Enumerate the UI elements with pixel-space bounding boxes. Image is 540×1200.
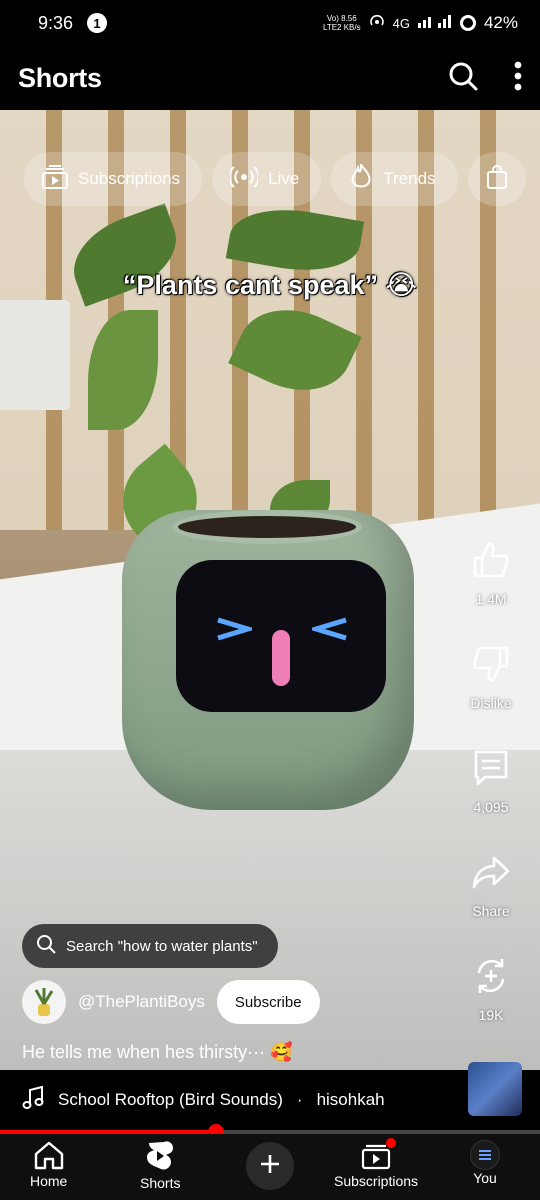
chip-live[interactable]: Live (212, 152, 322, 206)
chip-subscriptions-label: Subscriptions (78, 169, 181, 188)
create-button[interactable] (246, 1142, 294, 1190)
right-eye-icon (312, 617, 347, 641)
like-count: 1.4M (475, 591, 507, 607)
channel-avatar[interactable] (22, 980, 66, 1024)
new-content-dot (386, 1138, 397, 1148)
status-indicators: Vo) 8.56 LTE2 KB/s 4G 42% (323, 13, 518, 34)
subscriptions-icon (360, 1138, 397, 1173)
trends-icon (349, 161, 373, 195)
video-caption: “Plants cant speak” 😭 (122, 270, 418, 300)
header: Shorts (0, 46, 540, 110)
remix-icon (471, 956, 511, 1001)
search-icon[interactable] (448, 61, 478, 96)
robot-mouth (272, 630, 290, 686)
signal-icon (417, 14, 452, 33)
music-bar[interactable]: School Rooftop (Bird Sounds) · hisohkah (0, 1070, 540, 1130)
battery-level: 42% (483, 13, 518, 32)
profile-logo-icon (479, 1150, 491, 1160)
video-description[interactable]: He tells me when hes thirsty··· 🥰 (22, 1042, 292, 1063)
nav-subscriptions-label: Subscriptions (334, 1173, 419, 1189)
network-line2: LTE2 KB/s (322, 23, 361, 32)
category-chips: Subscriptions Live Trends (24, 152, 526, 206)
comment-icon (471, 748, 511, 793)
plant-avatar-icon (34, 988, 54, 1016)
more-options-icon[interactable] (514, 61, 522, 96)
plus-icon (259, 1153, 281, 1180)
hotspot-icon (369, 13, 385, 34)
robot-face-screen (176, 560, 386, 712)
chip-live-label: Live (268, 169, 300, 188)
chip-shopping[interactable] (467, 152, 526, 206)
background-pot (0, 300, 70, 410)
nav-home[interactable]: Home (30, 1140, 67, 1189)
network-line1: Vo) 8.56 (326, 14, 357, 23)
network-type: 4G (392, 15, 410, 31)
subscriptions-icon (42, 164, 68, 194)
robot-planter (122, 510, 414, 810)
comment-count: 4,095 (473, 799, 509, 815)
remix-count: 19K (478, 1007, 504, 1023)
thumbs-up-icon (471, 540, 511, 585)
share-label: Share (472, 903, 510, 919)
dislike-label: Dislike (470, 695, 512, 711)
channel-row: @ThePlantiBoys Subscribe (22, 980, 320, 1024)
dislike-button[interactable]: Dislike (470, 644, 512, 748)
nav-shorts-label: Shorts (140, 1175, 181, 1191)
left-eye-icon (217, 617, 252, 641)
share-icon (471, 852, 511, 897)
home-icon (33, 1140, 65, 1173)
search-icon (36, 934, 56, 958)
search-suggestion-text: Search "how to water plants" (66, 937, 258, 955)
status-bar: 9:36 1 Vo) 8.56 LTE2 KB/s 4G 42% (0, 0, 540, 46)
music-separator: · (296, 1090, 303, 1109)
music-title: School Rooftop (Bird Sounds) (58, 1090, 283, 1109)
chip-trends[interactable]: Trends (331, 152, 458, 206)
subscribe-button[interactable]: Subscribe (216, 980, 320, 1024)
thumbs-down-icon (471, 644, 511, 689)
action-rail: 1.4M Dislike 4,095 Share 19K (456, 540, 526, 1060)
share-button[interactable]: Share (471, 852, 511, 956)
nav-shorts[interactable]: Shorts (140, 1140, 180, 1191)
music-artist: hisohkah (316, 1090, 385, 1109)
page-title: Shorts (18, 62, 102, 93)
search-suggestion[interactable]: Search "how to water plants" (22, 924, 278, 968)
music-note-icon (22, 1085, 44, 1115)
chip-subscriptions[interactable]: Subscriptions (24, 152, 203, 206)
planter-rim (172, 510, 362, 544)
shopping-bag-icon (486, 164, 508, 194)
network-speed: Vo) 8.56 LTE2 KB/s (323, 14, 361, 32)
music-thumbnail[interactable] (468, 1062, 522, 1116)
channel-name[interactable]: @ThePlantiBoys (78, 992, 205, 1012)
battery-icon (459, 15, 476, 31)
status-time: 9:36 (38, 12, 74, 33)
remix-button[interactable]: 19K (471, 956, 511, 1060)
nav-home-label: Home (30, 1173, 68, 1189)
nav-you[interactable]: You (470, 1140, 500, 1186)
profile-avatar (470, 1140, 500, 1170)
notification-badge: 1 (87, 13, 108, 33)
nav-subscriptions[interactable]: Subscriptions (334, 1138, 419, 1189)
like-button[interactable]: 1.4M (471, 540, 511, 644)
bottom-nav: Home Shorts Subscriptions You (0, 1134, 540, 1200)
nav-you-label: You (473, 1170, 497, 1186)
shorts-icon (145, 1140, 175, 1175)
chip-trends-label: Trends (383, 169, 436, 188)
comments-button[interactable]: 4,095 (471, 748, 511, 852)
live-icon (228, 165, 260, 193)
